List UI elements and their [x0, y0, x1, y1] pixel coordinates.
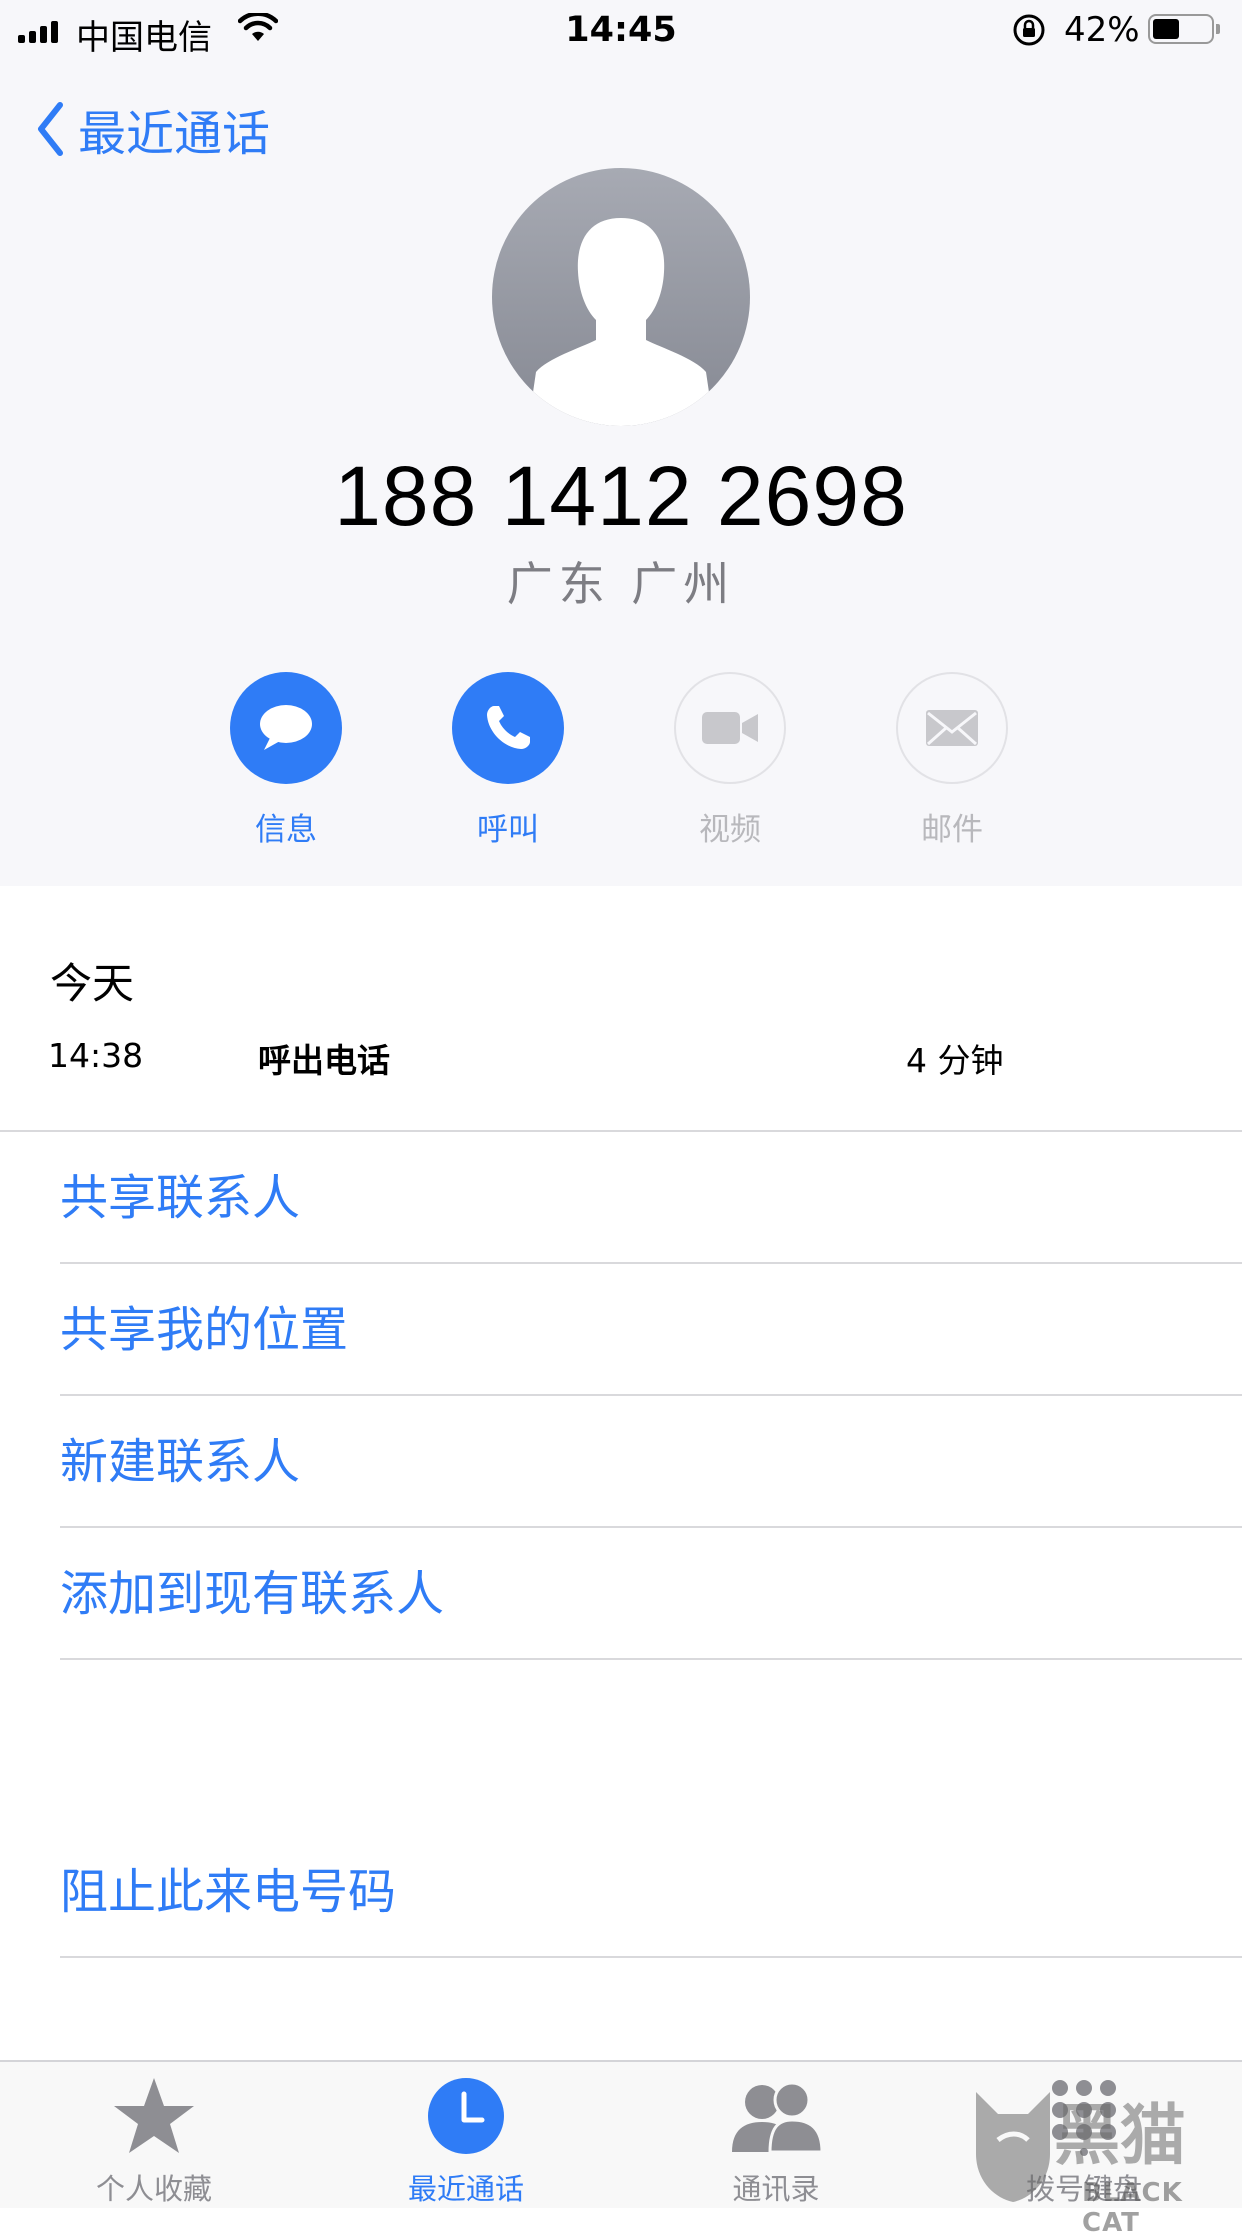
- message-action-button[interactable]: 信息: [230, 672, 342, 849]
- tab-favorites[interactable]: 个人收藏: [34, 2076, 274, 2208]
- new-contact-button[interactable]: 新建联系人: [60, 1396, 1242, 1528]
- block-caller-button[interactable]: 阻止此来电号码: [60, 1826, 1242, 1958]
- call-action-label: 呼叫: [477, 812, 539, 848]
- person-silhouette-icon: [492, 168, 750, 426]
- share-location-button[interactable]: 共享我的位置: [60, 1264, 1242, 1396]
- phone-number: 188 1412 2698: [334, 449, 908, 543]
- share-contact-button[interactable]: 共享联系人: [60, 1132, 1242, 1264]
- clock-icon: [428, 2078, 504, 2154]
- status-time: 14:45: [565, 10, 677, 50]
- call-action-button[interactable]: 呼叫: [452, 672, 564, 849]
- tab-recents-label: 最近通话: [407, 2172, 524, 2206]
- status-bar: 中国电信 14:45 42%: [0, 0, 1242, 62]
- video-icon: [702, 712, 758, 744]
- video-action-label: 视频: [699, 812, 761, 848]
- message-icon: [260, 705, 312, 750]
- battery-icon: [1148, 14, 1220, 44]
- number-location: 广东 广州: [506, 557, 736, 611]
- back-button[interactable]: 最近通话: [36, 94, 270, 164]
- phone-icon: [487, 706, 530, 749]
- tab-contacts-label: 通讯录: [732, 2172, 820, 2206]
- star-icon: [114, 2078, 194, 2153]
- watermark-cn: 黑猫: [1054, 2097, 1186, 2174]
- avatar: [492, 168, 750, 426]
- chevron-left-icon: [38, 102, 63, 156]
- tab-contacts[interactable]: 通讯录: [656, 2076, 896, 2208]
- call-type: 呼出电话: [258, 1041, 390, 1080]
- watermark-en: BLACK CAT: [1082, 2178, 1183, 2238]
- back-label: 最近通话: [78, 106, 271, 162]
- video-action-button: 视频: [674, 672, 786, 849]
- contacts-icon: [732, 2081, 824, 2154]
- tab-favorites-label: 个人收藏: [95, 2172, 212, 2206]
- history-day: 今天: [50, 959, 135, 1008]
- add-to-existing-contact-button[interactable]: 添加到现有联系人: [60, 1528, 1242, 1660]
- rotation-lock-icon: [1013, 14, 1045, 46]
- black-cat-logo-icon: [976, 2092, 1050, 2202]
- mail-action-button: 邮件: [896, 672, 1008, 849]
- watermark: 黑猫 BLACK CAT: [968, 2082, 1242, 2238]
- mail-action-label: 邮件: [921, 812, 983, 848]
- message-action-label: 信息: [255, 812, 317, 848]
- mail-icon: [926, 710, 978, 746]
- tab-recents[interactable]: 最近通话: [346, 2076, 586, 2208]
- call-time: 14:38: [48, 1036, 144, 1075]
- battery-percent: 42%: [1064, 10, 1140, 50]
- call-duration: 4 分钟: [906, 1041, 1004, 1080]
